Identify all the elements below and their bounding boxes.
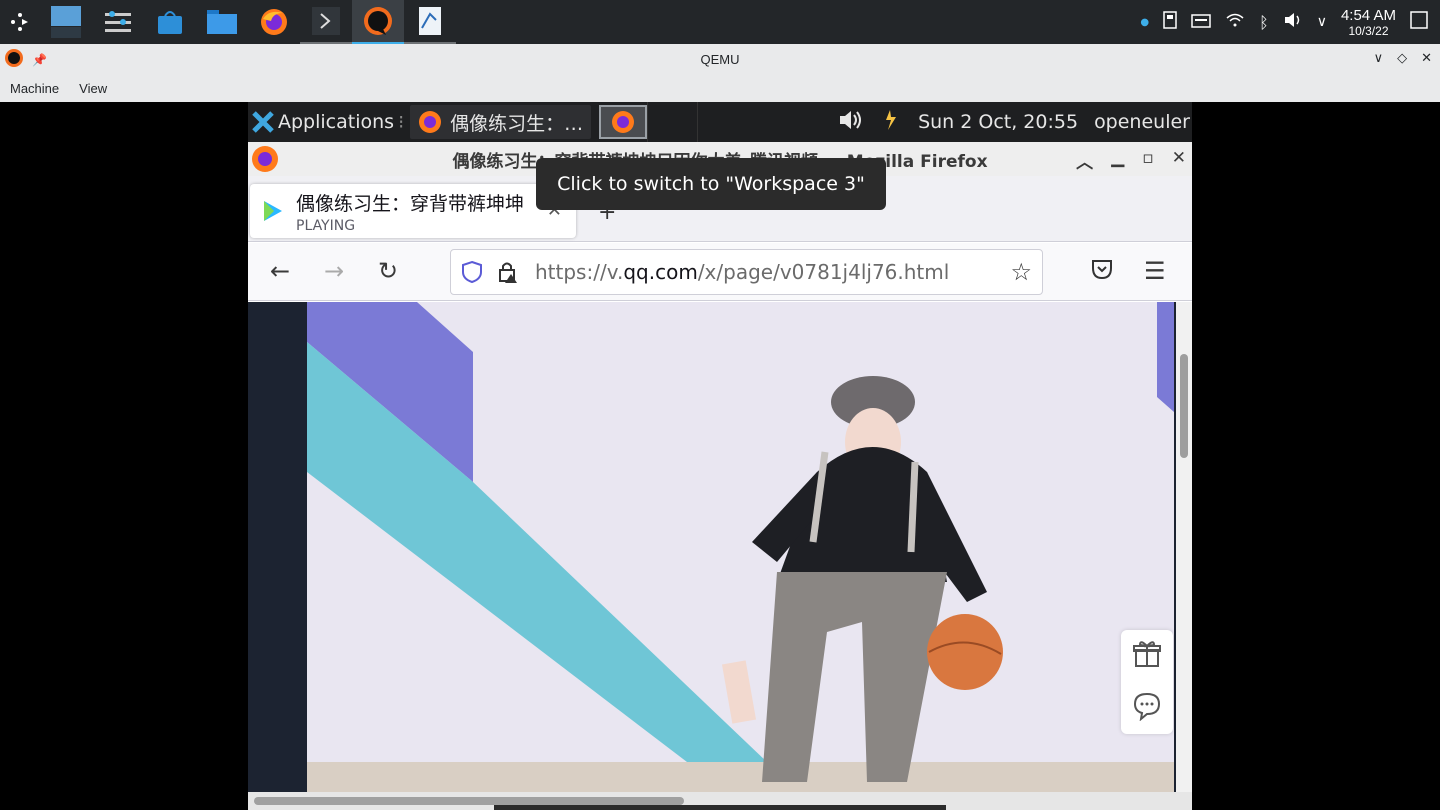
url-host: qq.com bbox=[623, 260, 698, 284]
qemu-window-icon[interactable] bbox=[4, 48, 24, 71]
minimize-icon[interactable]: ∨ bbox=[1374, 50, 1384, 66]
clock-date: 10/3/22 bbox=[1348, 23, 1389, 38]
workspace-tooltip: Click to switch to "Workspace 3" bbox=[536, 158, 886, 210]
notification-dot-icon[interactable]: ● bbox=[1140, 17, 1149, 28]
guest-top-panel: Applications ⁝ 偶像练习生：… Sun 2 Oct, 20:55 … bbox=[248, 102, 1192, 142]
discover-store-icon[interactable] bbox=[144, 0, 196, 44]
url-text: https://v.qq.com/x/page/v0781j4lj76.html bbox=[535, 260, 949, 284]
tab-video[interactable]: 偶像练习生：穿背带裤坤坤 PLAYING ✕ bbox=[250, 184, 576, 238]
workspace-2[interactable] bbox=[647, 102, 697, 142]
guest-user[interactable]: openeuler bbox=[1094, 111, 1190, 133]
applications-menu[interactable]: Applications ⁝ bbox=[248, 102, 404, 142]
menu-view[interactable]: View bbox=[69, 81, 117, 96]
menu-machine[interactable]: Machine bbox=[0, 81, 69, 96]
power-manager-icon[interactable] bbox=[878, 108, 902, 137]
storage-icon[interactable] bbox=[1163, 11, 1177, 33]
navigation-toolbar: ← → ↻ https://v.qq.com/x/page/v0781j4lj7… bbox=[248, 243, 1192, 301]
horizontal-scrollbar[interactable] bbox=[248, 792, 1192, 810]
workspace-1[interactable] bbox=[599, 105, 648, 139]
forward-icon[interactable]: → bbox=[324, 257, 344, 285]
gift-icon[interactable] bbox=[1132, 639, 1162, 673]
clock[interactable]: 4:54 AM 10/3/22 bbox=[1341, 8, 1396, 37]
reload-icon[interactable]: ↻ bbox=[378, 257, 398, 285]
firefox-icon bbox=[250, 144, 280, 179]
document-viewer-icon[interactable] bbox=[404, 0, 456, 44]
vertical-scroll-thumb[interactable] bbox=[1180, 354, 1188, 458]
guest-datetime[interactable]: Sun 2 Oct, 20:55 bbox=[918, 111, 1078, 133]
qemu-menubar: Machine View bbox=[0, 74, 1440, 102]
maximize-icon[interactable]: ▫ bbox=[1142, 148, 1154, 173]
tab-title: 偶像练习生：穿背带裤坤坤 bbox=[296, 192, 525, 215]
keyboard-icon[interactable] bbox=[1191, 13, 1211, 32]
show-desktop-icon[interactable] bbox=[1410, 11, 1428, 33]
guest-task-title: 偶像练习生：… bbox=[450, 112, 584, 135]
tencent-video-icon bbox=[264, 201, 282, 221]
system-settings-icon[interactable] bbox=[92, 0, 144, 44]
qemu-window-title: QEMU bbox=[700, 51, 740, 67]
minimize-icon[interactable]: ▁ bbox=[1111, 148, 1124, 173]
close-icon[interactable]: ✕ bbox=[1172, 148, 1186, 173]
firefox-icon[interactable] bbox=[248, 0, 300, 44]
terminal-icon[interactable] bbox=[300, 0, 352, 44]
close-icon[interactable]: ✕ bbox=[1421, 50, 1432, 66]
hamburger-menu-icon[interactable]: ☰ bbox=[1144, 257, 1166, 285]
bluetooth-icon[interactable]: ᛒ bbox=[1259, 13, 1269, 32]
video-frame bbox=[307, 302, 1174, 792]
firefox-icon bbox=[612, 111, 635, 133]
vertical-scrollbar[interactable] bbox=[1176, 302, 1192, 792]
app-launcher-icon[interactable] bbox=[0, 0, 40, 44]
host-taskbar: ● ᛒ ∨ 4:54 AM 10/3/22 bbox=[0, 0, 1440, 44]
firefox-icon bbox=[419, 111, 442, 133]
system-tray: ● ᛒ ∨ 4:54 AM 10/3/22 bbox=[1140, 0, 1440, 44]
tab-playing-status: PLAYING bbox=[296, 217, 356, 234]
pin-icon[interactable]: 📌 bbox=[32, 53, 47, 67]
url-prefix: https://v. bbox=[535, 260, 624, 284]
guest-volume-icon[interactable] bbox=[838, 110, 862, 135]
qemu-icon[interactable] bbox=[352, 0, 404, 44]
qemu-titlebar: 📌 QEMU ∨ ◇ ✕ bbox=[0, 44, 1440, 74]
page-content bbox=[248, 302, 1192, 792]
maximize-icon[interactable]: ◇ bbox=[1397, 50, 1407, 66]
xfce-logo-icon bbox=[252, 111, 274, 133]
url-bar[interactable]: https://v.qq.com/x/page/v0781j4lj76.html… bbox=[450, 249, 1043, 295]
video-player[interactable] bbox=[307, 302, 1174, 792]
applications-label: Applications bbox=[278, 111, 395, 133]
wifi-icon[interactable] bbox=[1225, 12, 1245, 32]
side-widget-panel bbox=[1121, 630, 1173, 734]
chevron-up-icon[interactable]: ︿ bbox=[1076, 148, 1093, 173]
desktop-pager-icon[interactable] bbox=[40, 0, 92, 44]
volume-icon[interactable] bbox=[1283, 12, 1303, 32]
comment-icon[interactable] bbox=[1132, 691, 1162, 725]
back-icon[interactable]: ← bbox=[270, 257, 290, 285]
horizontal-scroll-thumb[interactable] bbox=[254, 797, 684, 805]
file-manager-icon[interactable] bbox=[196, 0, 248, 44]
workspace-3[interactable] bbox=[697, 102, 747, 142]
lock-warning-icon[interactable] bbox=[497, 260, 521, 284]
tracking-protection-icon[interactable] bbox=[461, 260, 483, 284]
clock-time: 4:54 AM bbox=[1340, 6, 1396, 24]
guest-screen: Applications ⁝ 偶像练习生：… Sun 2 Oct, 20:55 … bbox=[248, 102, 1192, 810]
guest-taskbar-firefox[interactable]: 偶像练习生：… bbox=[410, 105, 592, 139]
progress-strip bbox=[494, 805, 946, 810]
pocket-icon[interactable] bbox=[1090, 257, 1114, 287]
chevron-down-icon[interactable]: ∨ bbox=[1317, 14, 1327, 30]
url-path: /x/page/v0781j4lj76.html bbox=[697, 260, 950, 284]
bookmark-star-icon[interactable]: ☆ bbox=[1010, 258, 1032, 286]
